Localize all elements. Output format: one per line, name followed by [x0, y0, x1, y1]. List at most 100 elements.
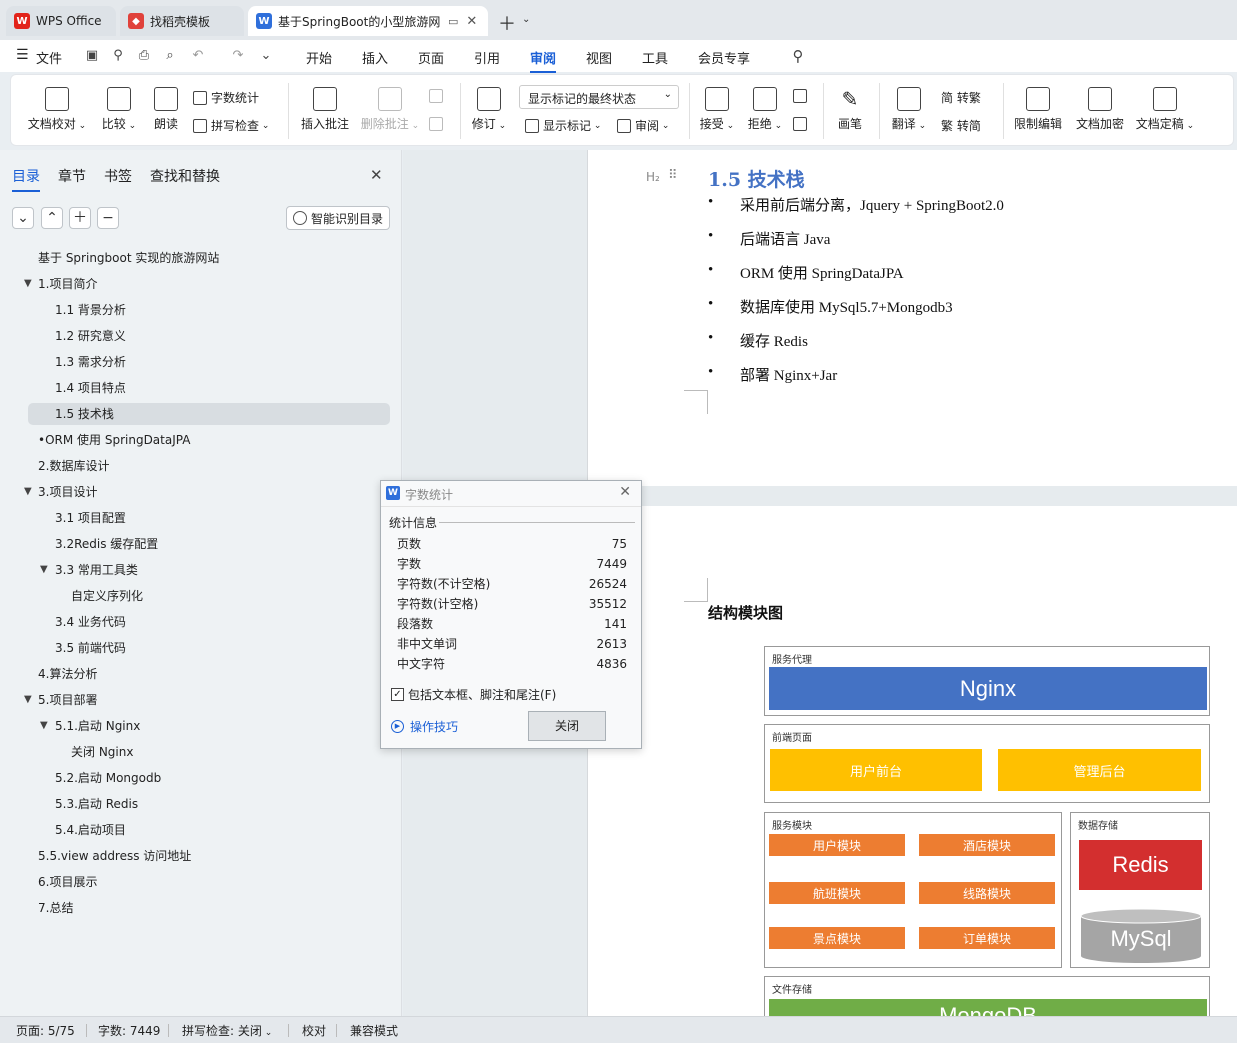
drag-handle-icon[interactable]: ⠿ [668, 168, 678, 183]
restrict-edit-button[interactable]: 限制编辑 [1011, 87, 1065, 132]
menu-references[interactable]: 引用 [474, 48, 500, 67]
word-count-indicator[interactable]: 字数: 7449 [98, 1022, 160, 1039]
tab-toc[interactable]: 目录 [12, 166, 40, 192]
spell-check-status[interactable]: 拼写检查: 关闭 ⌄ [182, 1022, 272, 1039]
finalize-button[interactable]: 文档定稿 ⌄ [1133, 87, 1197, 132]
toc-item[interactable]: 1.2 研究意义 [55, 325, 126, 347]
toc-item[interactable]: 5.项目部署 [38, 689, 97, 711]
toc-item[interactable]: 自定义序列化 [71, 585, 143, 607]
monitor-icon[interactable]: ▭ [448, 15, 458, 28]
insert-comment-button[interactable]: 插入批注 [299, 87, 351, 132]
toc-item[interactable]: 7.总结 [38, 897, 73, 919]
prev-change-button[interactable] [793, 89, 811, 103]
toc-item[interactable]: 关闭 Nginx [71, 741, 133, 763]
print-preview-icon[interactable]: ⌕ [162, 48, 178, 64]
pen-button[interactable]: ✎ 画笔 [833, 87, 867, 132]
toc-item[interactable]: 3.项目设计 [38, 481, 97, 503]
word-count-button[interactable]: 字数统计 [193, 89, 259, 106]
undo-icon[interactable]: ↶ [190, 48, 206, 64]
menu-home[interactable]: 开始 [306, 48, 332, 67]
toc-item[interactable]: 3.4 业务代码 [55, 611, 126, 633]
trad-to-simp-button[interactable]: 繁 转简 [941, 117, 981, 134]
expand-caret-icon[interactable]: ▼ [24, 278, 32, 289]
encrypt-button[interactable]: 文档加密 [1073, 87, 1127, 132]
delete-comment-button[interactable]: 删除批注 ⌄ [359, 87, 421, 132]
next-comment-button[interactable] [429, 117, 447, 131]
proofread-button[interactable]: 文档校对 ⌄ [27, 87, 87, 132]
close-icon[interactable]: ✕ [370, 166, 383, 184]
compare-button[interactable]: 比较 ⌄ [97, 87, 141, 132]
markup-state-select[interactable]: 显示标记的最终状态 ⌄ [519, 85, 679, 109]
toc-item[interactable]: 3.5 前端代码 [55, 637, 126, 659]
page-indicator[interactable]: 页面: 5/75 [16, 1022, 75, 1039]
menu-insert[interactable]: 插入 [362, 48, 388, 67]
search-icon[interactable]: ⚲ [790, 48, 806, 64]
share-link-icon[interactable]: ⚲ [110, 48, 126, 64]
show-markup-button[interactable]: 显示标记 ⌄ [525, 117, 601, 134]
toc-item[interactable]: 6.项目展示 [38, 871, 97, 893]
simp-to-trad-button[interactable]: 简 转繁 [941, 89, 981, 106]
toc-item[interactable]: 3.3 常用工具类 [55, 559, 138, 581]
tab-list-chevron-icon[interactable]: ⌄ [522, 14, 530, 25]
tips-link[interactable]: ▶ 操作技巧 [391, 718, 458, 735]
expand-caret-icon[interactable]: ▼ [24, 486, 32, 497]
translate-button[interactable]: 翻译 ⌄ [889, 87, 929, 132]
new-tab-button[interactable]: ＋ [498, 10, 516, 36]
dialog-title-bar[interactable]: W 字数统计 ✕ [381, 481, 641, 507]
expand-caret-icon[interactable]: ▼ [40, 720, 48, 731]
toc-item[interactable]: 3.2Redis 缓存配置 [55, 533, 158, 555]
track-changes-button[interactable]: 修订 ⌄ [469, 87, 509, 132]
menu-page[interactable]: 页面 [418, 48, 444, 67]
toc-item[interactable]: 5.2.启动 Mongodb [55, 767, 161, 789]
toc-item[interactable]: 5.4.启动项目 [55, 819, 126, 841]
next-change-button[interactable] [793, 117, 811, 131]
menu-review[interactable]: 审阅 [530, 48, 557, 73]
reject-button[interactable]: 拒绝 ⌄ [745, 87, 785, 132]
hamburger-icon[interactable]: ☰ [16, 47, 29, 63]
toc-item[interactable]: 5.5.view address 访问地址 [38, 845, 191, 867]
toc-item[interactable]: 1.4 项目特点 [55, 377, 126, 399]
add-heading-button[interactable]: ＋ [69, 207, 91, 229]
menu-tools[interactable]: 工具 [642, 48, 668, 67]
toc-item[interactable]: 4.算法分析 [38, 663, 97, 685]
close-icon[interactable]: ✕ [619, 484, 631, 500]
toc-item[interactable]: 2.数据库设计 [38, 455, 109, 477]
menu-member[interactable]: 会员专享 [698, 48, 750, 67]
expand-caret-icon[interactable]: ▼ [24, 694, 32, 705]
tab-find-replace[interactable]: 查找和替换 [150, 166, 220, 186]
prev-comment-button[interactable] [429, 89, 447, 103]
toc-item[interactable]: 5.1.启动 Nginx [55, 715, 140, 737]
remove-heading-button[interactable]: − [97, 207, 119, 229]
spell-check-button[interactable]: 拼写检查 ⌄ [193, 117, 269, 134]
close-button[interactable]: 关闭 [528, 711, 606, 741]
save-icon[interactable]: ▣ [84, 48, 100, 64]
redo-icon[interactable]: ↷ [230, 48, 246, 64]
review-pane-button[interactable]: 审阅 ⌄ [617, 117, 669, 134]
toc-item[interactable]: 3.1 项目配置 [55, 507, 126, 529]
tab-bookmarks[interactable]: 书签 [104, 166, 132, 186]
toc-item[interactable]: •ORM 使用 SpringDataJPA [38, 429, 190, 451]
menu-view[interactable]: 视图 [586, 48, 612, 67]
tab-chapters[interactable]: 章节 [58, 166, 86, 186]
include-notes-checkbox[interactable]: ✓ 包括文本框、脚注和尾注(F) [391, 686, 556, 703]
toc-item[interactable]: 1.5 技术栈 [55, 403, 114, 425]
toc-item[interactable]: 1.3 需求分析 [55, 351, 126, 373]
toc-item[interactable]: 1.项目简介 [38, 273, 97, 295]
collapse-all-button[interactable]: ⌄ [12, 207, 34, 229]
accept-button[interactable]: 接受 ⌄ [697, 87, 737, 132]
expand-up-button[interactable]: ⌃ [41, 207, 63, 229]
close-icon[interactable]: ✕ [466, 14, 477, 29]
quick-access-chevron-icon[interactable]: ⌄ [258, 48, 274, 64]
smart-toc-button[interactable]: 智能识别目录 [286, 206, 390, 230]
toc-item[interactable]: 基于 Springboot 实现的旅游网站 [38, 247, 219, 269]
menu-file[interactable]: 文件 [36, 48, 62, 67]
tab-current-document[interactable]: W 基于SpringBoot的小型旅游网 ▭ ✕ [248, 6, 488, 36]
toc-item[interactable]: 1.1 背景分析 [55, 299, 126, 321]
tab-docer-templates[interactable]: ◆ 找稻壳模板 [120, 6, 244, 36]
toc-item[interactable]: 5.3.启动 Redis [55, 793, 138, 815]
read-aloud-button[interactable]: 朗读 [149, 87, 183, 132]
print-icon[interactable]: ⎙ [136, 48, 152, 64]
expand-caret-icon[interactable]: ▼ [40, 564, 48, 575]
tab-wps-office[interactable]: W WPS Office [6, 6, 116, 36]
proofread-status[interactable]: 校对 [302, 1022, 326, 1039]
